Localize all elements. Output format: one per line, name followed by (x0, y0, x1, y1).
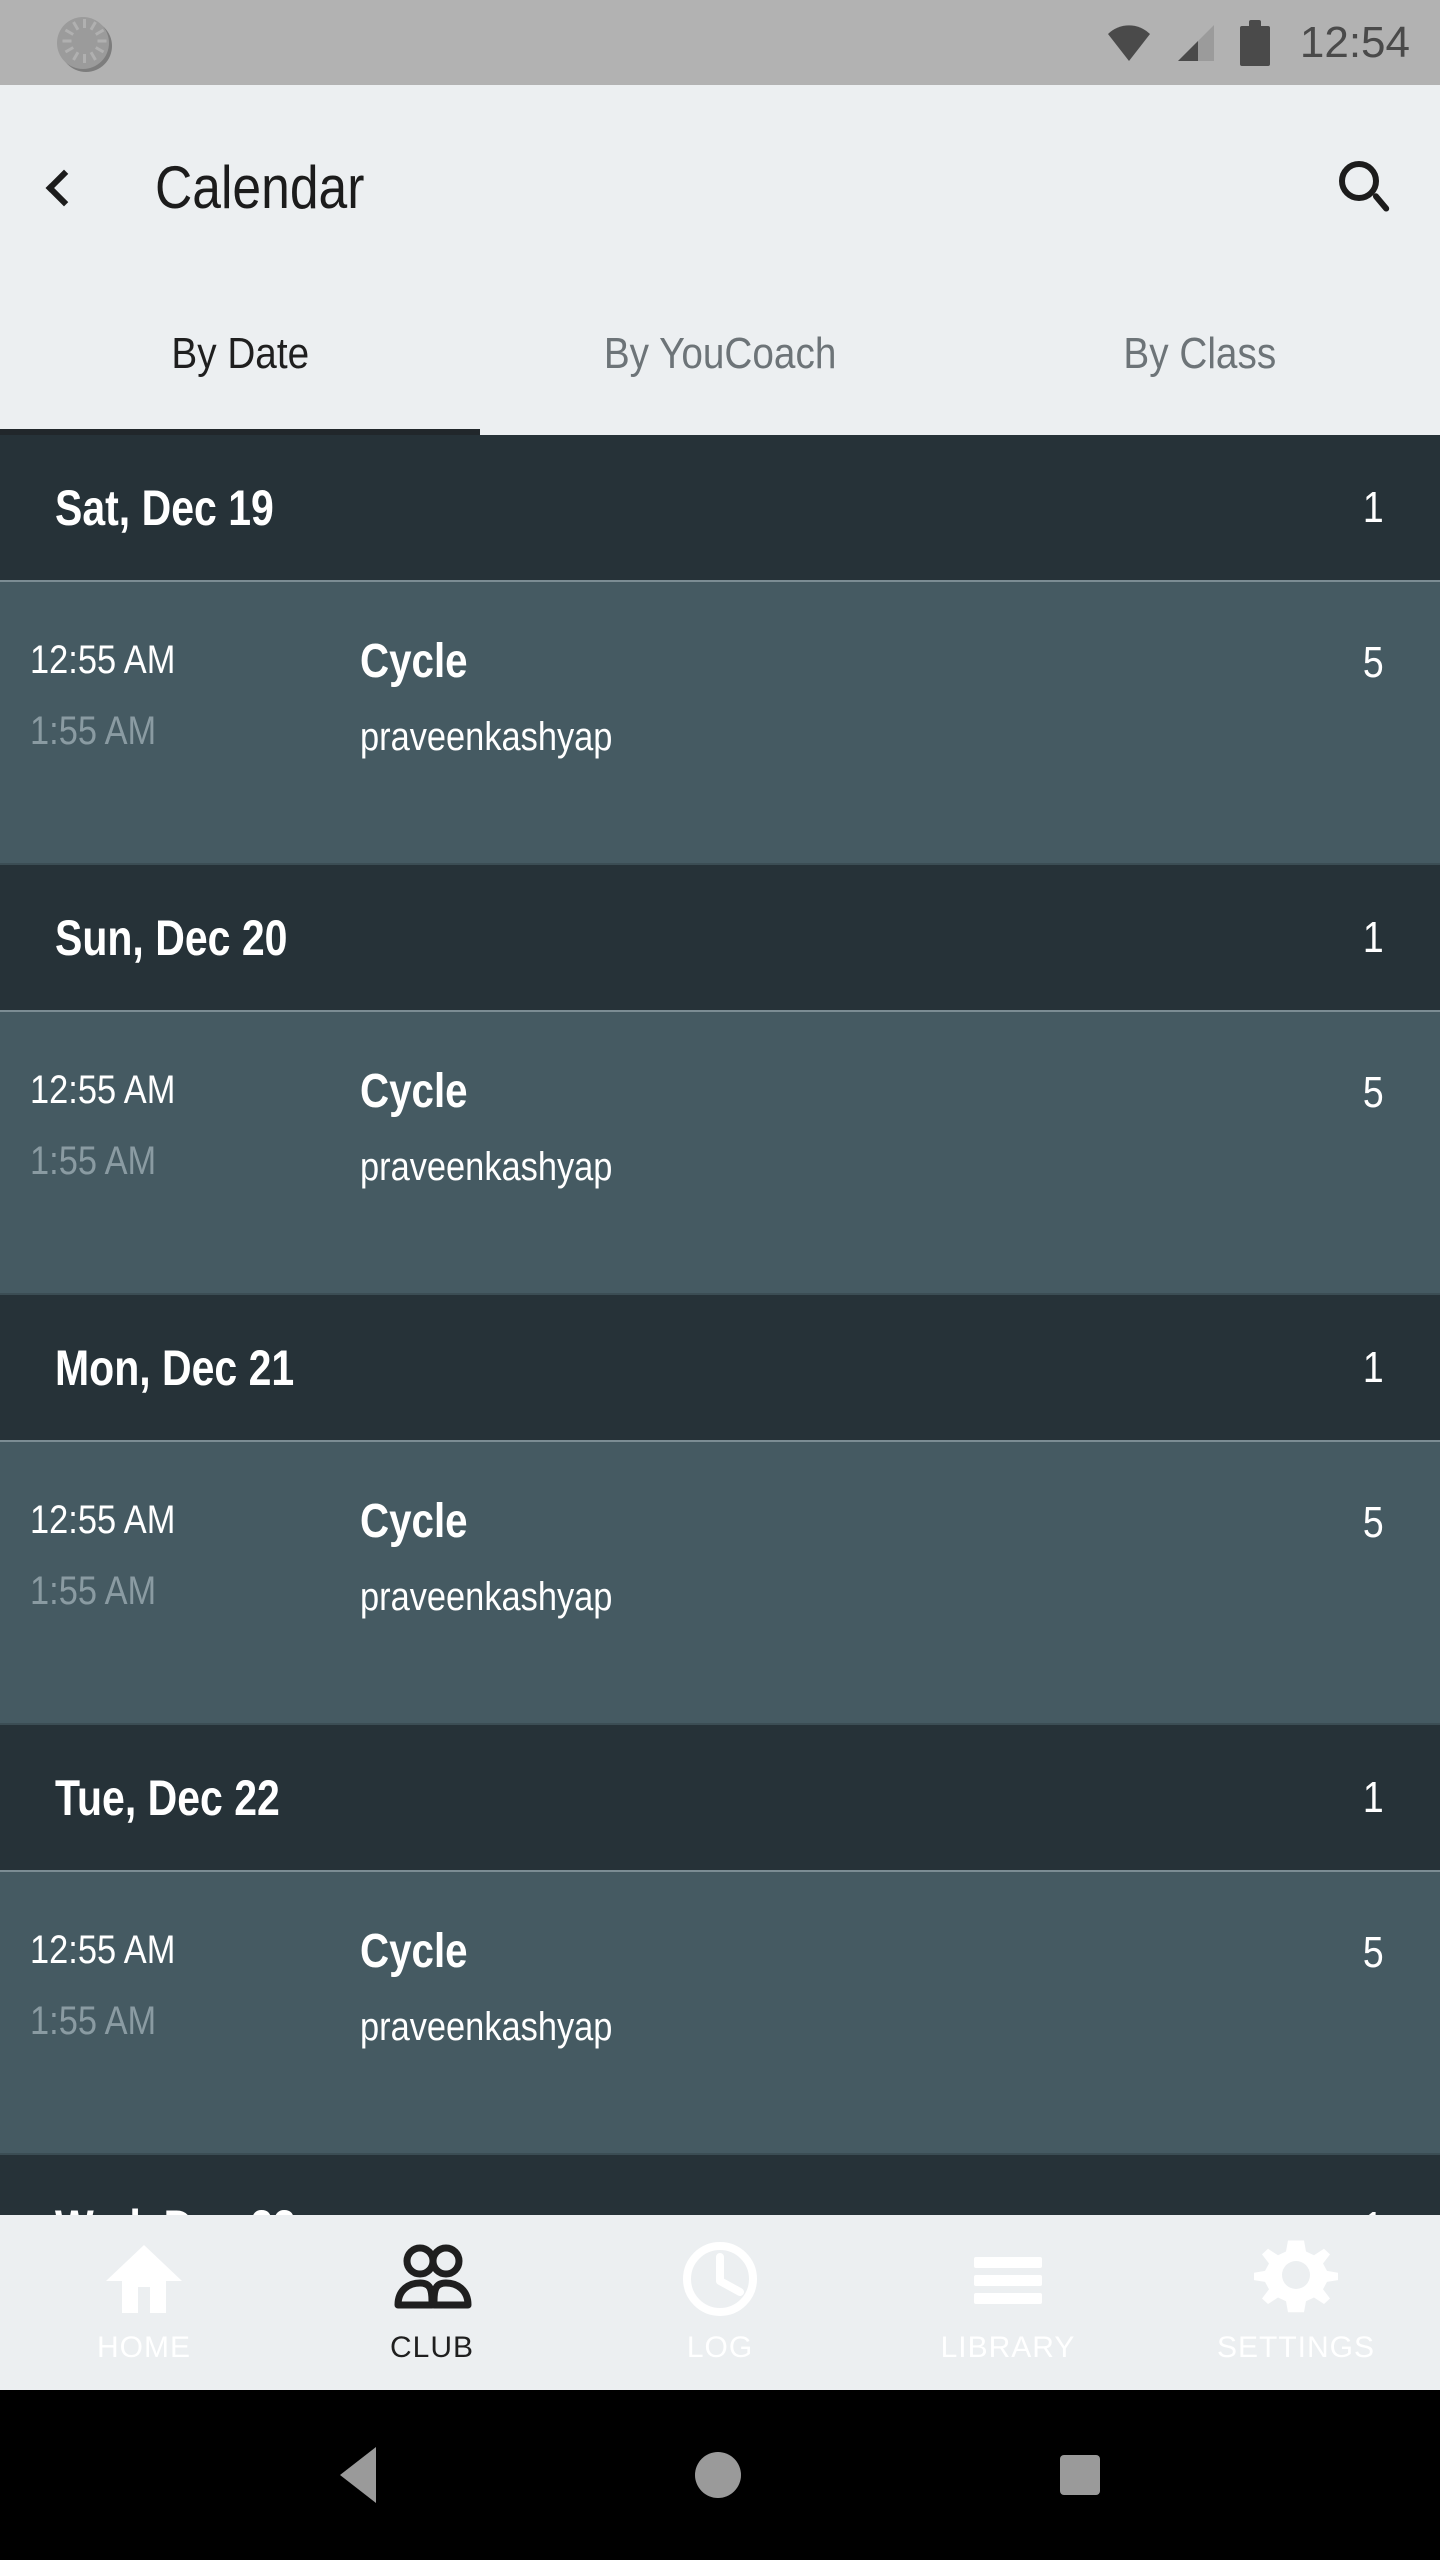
bottom-navigation: HOME CLUB LOG LIBRARY SETTINGS (0, 2215, 1440, 2390)
event-times: 12:55 AM 1:55 AM (30, 1494, 360, 1723)
event-end-time: 1:55 AM (30, 709, 157, 753)
search-icon (1339, 160, 1391, 215)
tab-bar: By Date By YouCoach By Class (0, 290, 1440, 435)
event-details: Cycle praveenkashyap (360, 634, 1361, 863)
event-count: 5 (1362, 1498, 1384, 1547)
event-details: Cycle praveenkashyap (360, 1924, 1361, 2153)
date-header: Sun, Dec 20 1 (0, 865, 1440, 1010)
page-title: Calendar (155, 154, 365, 221)
event-title: Cycle (360, 1065, 468, 1118)
date-header-count: 1 (1362, 482, 1384, 532)
event-row[interactable]: 12:55 AM 1:55 AM Cycle praveenkashyap 5 (0, 1010, 1440, 1295)
date-header-count: 1 (1362, 912, 1384, 962)
event-count: 5 (1362, 1928, 1384, 1977)
event-end-time: 1:55 AM (30, 1999, 157, 2043)
event-row[interactable]: 12:55 AM 1:55 AM Cycle praveenkashyap 5 (0, 1870, 1440, 2155)
date-header-label: Sun, Dec 20 (55, 909, 288, 966)
gear-icon (1254, 2233, 1338, 2325)
home-circle-icon[interactable] (694, 2452, 741, 2498)
status-bar: 12:54 (0, 0, 1440, 85)
date-header: Tue, Dec 22 1 (0, 1725, 1440, 1870)
event-row[interactable]: 12:55 AM 1:55 AM Cycle praveenkashyap 5 (0, 580, 1440, 865)
nav-label: HOME (97, 2331, 191, 2364)
battery-icon (1239, 19, 1270, 66)
date-header-label: Sat, Dec 19 (55, 479, 274, 536)
people-icon (390, 2233, 474, 2325)
event-times: 12:55 AM 1:55 AM (30, 634, 360, 863)
date-header-count: 1 (1362, 2203, 1383, 2216)
back-triangle-icon[interactable] (339, 2447, 376, 2503)
tab-label: By YouCoach (603, 328, 837, 378)
event-start-time: 12:55 AM (30, 1498, 176, 1542)
event-coach: praveenkashyap (360, 1575, 613, 1619)
sync-icon (55, 15, 111, 71)
event-title: Cycle (360, 1925, 468, 1978)
tab-by-class[interactable]: By Class (960, 290, 1440, 435)
tab-by-youcoach[interactable]: By YouCoach (480, 290, 960, 435)
event-end-time: 1:55 AM (30, 1139, 157, 1183)
chevron-left-icon (45, 169, 83, 206)
nav-label: LOG (686, 2331, 754, 2364)
nav-item-settings[interactable]: SETTINGS (1152, 2233, 1440, 2365)
event-title: Cycle (360, 1495, 468, 1548)
app-bar: Calendar (0, 85, 1440, 290)
event-details: Cycle praveenkashyap (360, 1494, 1361, 1723)
signal-icon (1174, 23, 1218, 63)
clock-icon (678, 2233, 762, 2325)
date-header-label: Mon, Dec 21 (55, 1339, 295, 1396)
nav-label: LIBRARY (940, 2331, 1076, 2364)
status-bar-clock: 12:54 (1299, 17, 1410, 67)
date-header: Sat, Dec 19 1 (0, 435, 1440, 580)
event-title: Cycle (360, 635, 468, 688)
nav-label: CLUB (389, 2331, 475, 2364)
event-coach: praveenkashyap (360, 715, 613, 759)
date-header-count: 1 (1362, 1772, 1384, 1822)
wifi-icon (1106, 23, 1152, 63)
event-times: 12:55 AM 1:55 AM (30, 1924, 360, 2153)
status-bar-icons: 12:54 (1106, 18, 1410, 68)
date-header-label: Wed, Dec 23 (55, 2199, 296, 2216)
event-coach: praveenkashyap (360, 1145, 613, 1189)
phone-screen: 12:54 Calendar By Date By YouCoach By Cl… (0, 0, 1440, 2560)
event-count: 5 (1362, 638, 1384, 687)
event-start-time: 12:55 AM (30, 1068, 176, 1112)
home-icon (102, 2233, 186, 2325)
android-navigation-bar (0, 2390, 1440, 2560)
back-button[interactable] (0, 85, 120, 290)
date-header: Wed, Dec 23 1 (0, 2155, 1440, 2215)
event-count: 5 (1362, 1068, 1384, 1117)
nav-item-home[interactable]: HOME (0, 2233, 288, 2365)
tab-by-date[interactable]: By Date (0, 290, 480, 435)
nav-label: SETTINGS (1216, 2331, 1375, 2364)
event-start-time: 12:55 AM (30, 1928, 176, 1972)
date-header: Mon, Dec 21 1 (0, 1295, 1440, 1440)
event-row[interactable]: 12:55 AM 1:55 AM Cycle praveenkashyap 5 (0, 1440, 1440, 1725)
nav-item-library[interactable]: LIBRARY (864, 2233, 1152, 2365)
calendar-list[interactable]: Sat, Dec 19 1 12:55 AM 1:55 AM Cycle pra… (0, 435, 1440, 2215)
date-header-label: Tue, Dec 22 (55, 1769, 280, 1826)
date-header-count: 1 (1362, 1342, 1384, 1392)
nav-item-log[interactable]: LOG (576, 2233, 864, 2365)
tab-label: By Date (171, 328, 309, 378)
event-start-time: 12:55 AM (30, 638, 176, 682)
event-times: 12:55 AM 1:55 AM (30, 1064, 360, 1293)
event-end-time: 1:55 AM (30, 1569, 157, 1613)
event-coach: praveenkashyap (360, 2005, 613, 2049)
list-icon (966, 2233, 1050, 2325)
search-button[interactable] (1290, 85, 1440, 290)
nav-item-club[interactable]: CLUB (288, 2233, 576, 2365)
recents-square-icon[interactable] (1060, 2455, 1101, 2495)
event-details: Cycle praveenkashyap (360, 1064, 1361, 1293)
tab-label: By Class (1123, 328, 1277, 378)
